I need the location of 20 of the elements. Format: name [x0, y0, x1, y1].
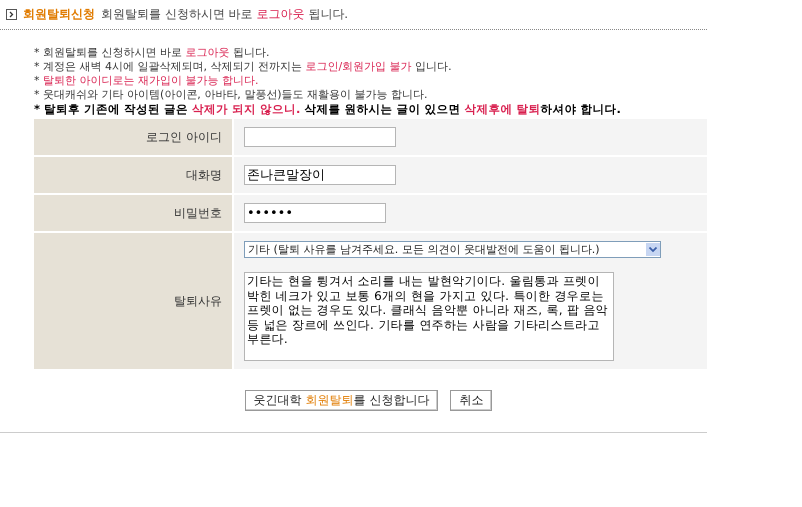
text-field[interactable]: 존나큰말장이	[244, 165, 396, 185]
caret-icon	[646, 243, 660, 256]
arrow-box-icon	[6, 8, 17, 20]
password-field[interactable]: ••••••	[244, 203, 386, 223]
notice-text: * 웃대캐쉬와 기타 아이템(아이콘, 아바타, 말풍선)들도 재활용이 불가능 합니다.	[34, 88, 429, 102]
field-label: 로그인 아이디	[34, 119, 232, 155]
reason-dropdown[interactable]: 기타 (탈퇴 사유를 남겨주세요. 모든 의견이 웃대발전에 도움이 됩니다.)	[244, 241, 661, 258]
withdraw-button[interactable]: 웃긴대학 회원탈퇴를 신청합니다	[244, 390, 438, 411]
notice-text: * 탈퇴후 기존에 작성된 글은 삭제가 되지 않으니. 삭제를 원하시는 글이 있으면 삭제후에 탈퇴하셔야 합니다.	[34, 102, 622, 116]
notice-text: * 회원탈퇴를 신청하시면 바로 로그아웃 됩니다.	[34, 46, 270, 60]
page-description: 회원탈퇴를 신청하시면 바로 로그아웃 됩니다.	[101, 6, 348, 22]
text-field[interactable]	[244, 127, 396, 147]
field-label: 탈퇴사유	[34, 233, 232, 369]
cancel-button[interactable]: 취소	[450, 390, 492, 411]
field-label: 대화명	[34, 157, 232, 193]
page-title: 회원탈퇴신청	[23, 6, 95, 22]
notice-text: * 탈퇴한 아이디로는 재가입이 불가능 합니다.	[34, 74, 260, 88]
field-label: 비밀번호	[34, 195, 232, 231]
notice-text: * 계정은 새벽 4시에 일괄삭제되며, 삭제되기 전까지는 로그인/회원가입 불가 입니다.	[34, 60, 453, 74]
reason-textarea[interactable]: 기타는 현을 튕겨서 소리를 내는 발현악기이다. 울림통과 프렛이 박힌 네크가 있고 보통 6개의 현을 가지고 있다. 특이한 경우로는 프렛이 없는 경우도 있다. 클래식 음악뿐 아니라 재즈, 록, 팝 음악 등 넓은 장르에 쓰인다. 기타를 연주하는 사람을 기타리스트라고 부른다.	[244, 272, 614, 361]
